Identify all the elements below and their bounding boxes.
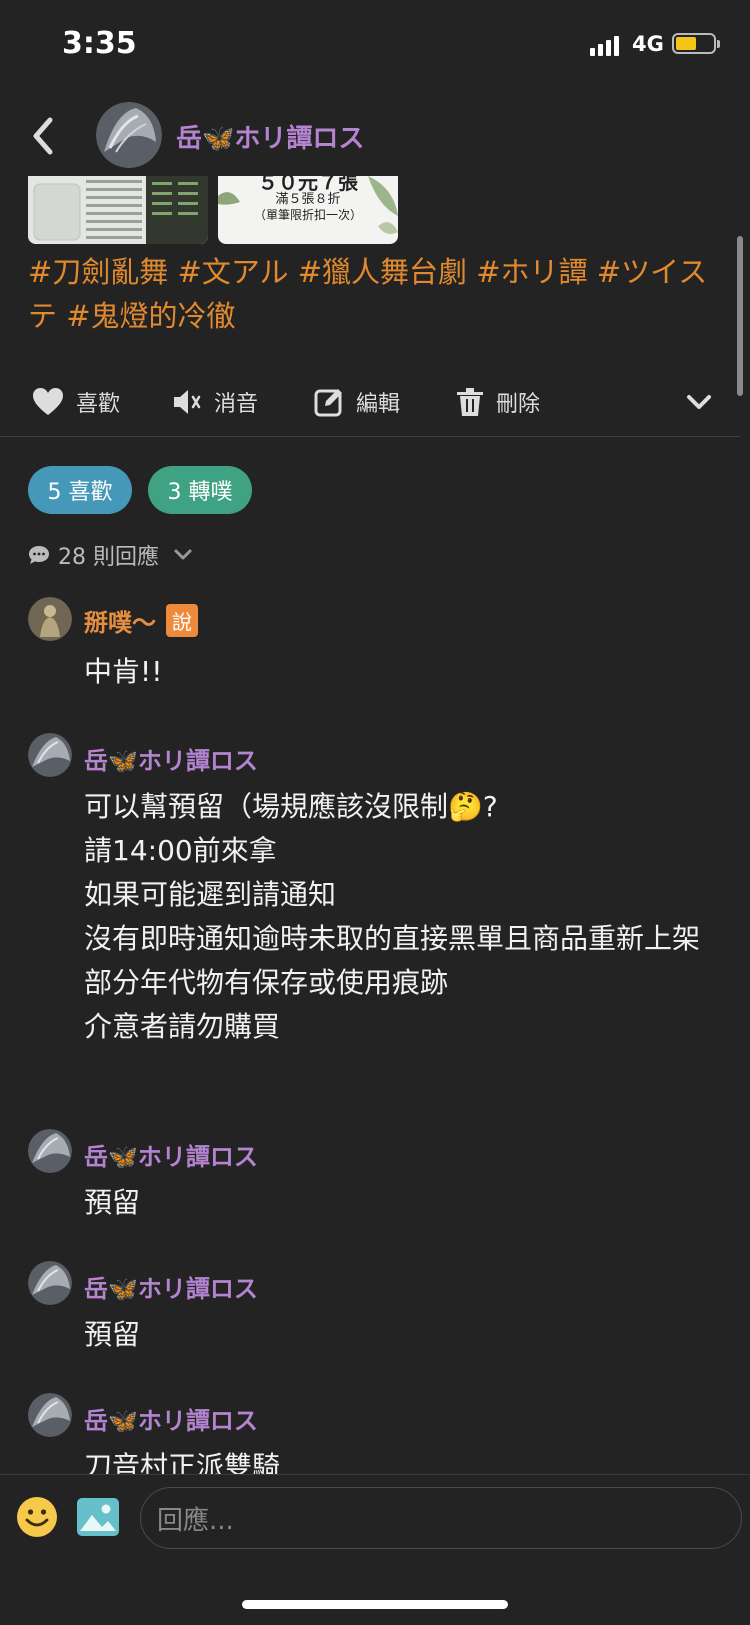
network-label: 4G — [632, 32, 664, 56]
more-button[interactable] — [686, 370, 712, 434]
status-time: 3:35 — [62, 26, 137, 61]
reply-input[interactable]: 回應... — [140, 1487, 742, 1549]
back-chevron-icon[interactable] — [24, 112, 64, 160]
signal-icon — [590, 34, 619, 56]
mute-label: 消音 — [214, 392, 259, 417]
comment-verb-badge: 說 — [166, 604, 198, 637]
chevron-down-icon — [687, 395, 711, 409]
likes-count-badge[interactable]: 5 喜歡 — [28, 466, 132, 514]
post-image-2-line-3: （單筆限折扣一次） — [253, 208, 362, 222]
emoji-button[interactable] — [16, 1496, 58, 1538]
comment-author[interactable]: 岳🦋ホリ譚ロス — [84, 741, 258, 776]
author-name[interactable]: 岳🦋ホリ譚ロス — [176, 118, 364, 155]
like-label: 喜歡 — [76, 392, 121, 417]
comment-author[interactable]: 掰噗～ — [84, 603, 156, 638]
comment-text: 預留 — [84, 1318, 141, 1351]
comment-header: 掰噗～ 說 — [84, 603, 198, 638]
post-image-1[interactable] — [28, 176, 208, 244]
delete-label: 刪除 — [496, 392, 541, 417]
image-upload-button[interactable] — [76, 1497, 120, 1537]
comment-avatar[interactable] — [28, 597, 72, 641]
edit-button[interactable]: 編輯 — [314, 370, 400, 434]
chevron-down-icon — [174, 549, 192, 560]
edit-icon — [314, 389, 342, 417]
post-image-2-line-2: 滿５張８折 — [275, 192, 341, 207]
comment-text: 中肯!! — [84, 655, 163, 688]
comment-text: 可以幫預留（場規應該沒限制🤔? 請14:00前來拿 如果可能遲到請通知 沒有即時… — [84, 790, 701, 1043]
post-action-bar: 喜歡 消音 編輯 刪除 — [0, 370, 750, 434]
author-avatar[interactable] — [96, 102, 162, 168]
comment-avatar[interactable] — [28, 1129, 72, 1173]
reply-count-label: 28 則回應 — [58, 545, 159, 570]
comment-avatar[interactable] — [28, 1393, 72, 1437]
like-button[interactable]: 喜歡 — [32, 370, 120, 434]
heart-icon — [33, 388, 63, 415]
battery-icon — [672, 33, 720, 54]
replurk-count-badge[interactable]: 3 轉噗 — [148, 466, 252, 514]
divider — [0, 436, 740, 437]
mute-button[interactable]: 消音 — [172, 370, 258, 434]
trash-icon — [457, 388, 483, 416]
image-icon — [77, 1498, 119, 1536]
reply-placeholder: 回應... — [157, 1505, 234, 1536]
reply-count[interactable]: 28 則回應 — [28, 538, 193, 572]
comment-text: 預留 — [84, 1186, 141, 1219]
delete-button[interactable]: 刪除 — [456, 370, 540, 434]
comment-author[interactable]: 岳🦋ホリ譚ロス — [84, 1401, 258, 1436]
home-indicator[interactable] — [242, 1600, 508, 1609]
comment-avatar[interactable] — [28, 1261, 72, 1305]
speaker-mute-icon — [174, 390, 201, 414]
comment-author[interactable]: 岳🦋ホリ譚ロス — [84, 1137, 258, 1172]
speech-bubble-icon — [29, 546, 49, 564]
post-image-2[interactable]: ５０元７張 滿５張８折 （單筆限折扣一次） — [218, 176, 398, 244]
comment-author[interactable]: 岳🦋ホリ譚ロス — [84, 1269, 258, 1304]
comment-avatar[interactable] — [28, 733, 72, 777]
post-tags[interactable]: #刀劍亂舞 #文アル #獵人舞台劇 #ホリ譚 #ツイステ #鬼燈的冷徹 — [28, 250, 718, 338]
edit-label: 編輯 — [356, 392, 401, 417]
smiley-icon — [17, 1497, 57, 1537]
